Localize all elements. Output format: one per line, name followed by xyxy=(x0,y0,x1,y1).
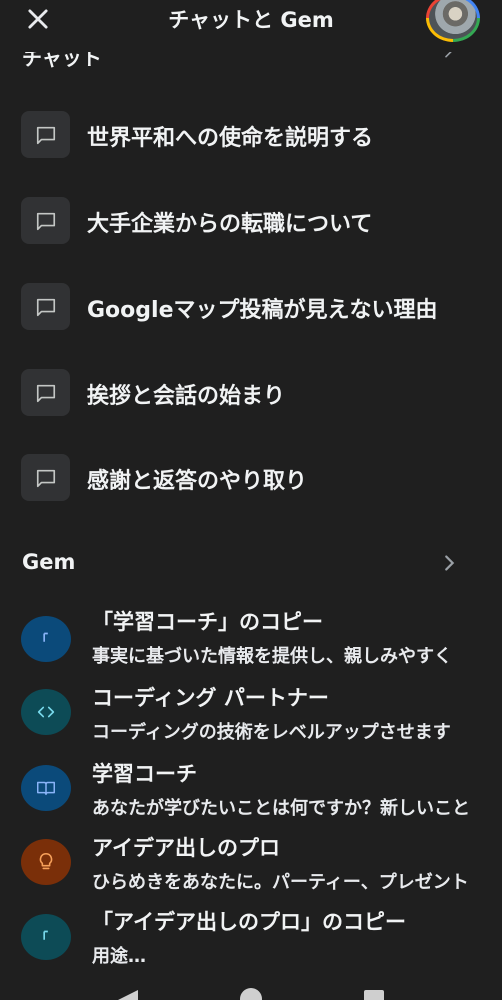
chat-item[interactable]: 感謝と返答のやり取り xyxy=(0,452,502,504)
chat-item[interactable]: 挨拶と会話の始まり xyxy=(0,367,502,419)
code-icon xyxy=(21,689,71,735)
bracket-icon xyxy=(21,616,71,662)
back-nav-icon[interactable] xyxy=(118,990,138,1000)
gem-item[interactable]: 「学習コーチ」のコピー 事実に基づいた情報を提供し、親しみやすく xyxy=(0,606,502,678)
chat-bubble-icon xyxy=(21,454,70,501)
gem-title: 「アイデア出しのプロ」のコピー xyxy=(92,910,406,934)
chat-bubble-icon xyxy=(21,283,70,330)
gem-section-header[interactable]: Gem xyxy=(22,548,482,578)
chat-item-label: 挨拶と会話の始まり xyxy=(87,384,286,409)
gem-description: あなたが学びたいことは何ですか？新しいこと xyxy=(92,798,470,819)
gem-description: 用途… xyxy=(92,946,146,967)
gem-section-label: Gem xyxy=(22,550,76,574)
gem-title: 「学習コーチ」のコピー xyxy=(92,610,323,634)
gem-item[interactable]: 学習コーチ あなたが学びたいことは何ですか？新しいこと xyxy=(0,758,502,830)
chat-item-label: 大手企業からの転職について xyxy=(87,212,373,237)
gem-item[interactable]: 「アイデア出しのプロ」のコピー 用途… xyxy=(0,906,502,978)
lightbulb-icon xyxy=(21,839,71,885)
chats-section-header[interactable]: チャット xyxy=(22,52,482,72)
chat-item[interactable]: 世界平和への使命を説明する xyxy=(0,109,502,161)
chat-item-label: Googleマップ投稿が見えない理由 xyxy=(87,298,438,323)
chat-item[interactable]: 大手企業からの転職について xyxy=(0,195,502,247)
chat-item-label: 世界平和への使命を説明する xyxy=(87,126,374,151)
chat-bubble-icon xyxy=(21,369,70,416)
home-nav-icon[interactable] xyxy=(240,988,262,1000)
chat-bubble-icon xyxy=(21,197,70,244)
gem-item[interactable]: コーディング パートナー コーディングの技術をレベルアップさせます xyxy=(0,682,502,754)
gem-title: 学習コーチ xyxy=(92,762,197,786)
recents-nav-icon[interactable] xyxy=(364,990,384,1000)
chat-item-label: 感謝と返答のやり取り xyxy=(87,469,308,494)
chevron-right-icon xyxy=(445,52,452,58)
gem-title: アイデア出しのプロ xyxy=(92,836,280,860)
bracket-icon xyxy=(21,914,71,960)
gem-title: コーディング パートナー xyxy=(92,686,329,710)
chats-section-label: チャット xyxy=(22,52,102,70)
avatar-photo xyxy=(429,0,477,39)
gem-description: コーディングの技術をレベルアップさせます xyxy=(92,722,451,743)
avatar[interactable] xyxy=(426,0,480,42)
chevron-right-icon xyxy=(445,555,455,571)
chat-item[interactable]: Googleマップ投稿が見えない理由 xyxy=(0,281,502,333)
gem-description: ひらめきをあなたに。パーティー、プレゼント xyxy=(92,872,469,893)
top-bar: チャットと Gem xyxy=(0,0,502,42)
chat-bubble-icon xyxy=(21,111,70,158)
system-nav-bar xyxy=(0,986,502,1000)
book-icon xyxy=(21,765,71,811)
gem-description: 事実に基づいた情報を提供し、親しみやすく xyxy=(92,646,452,667)
gem-item[interactable]: アイデア出しのプロ ひらめきをあなたに。パーティー、プレゼント xyxy=(0,832,502,904)
